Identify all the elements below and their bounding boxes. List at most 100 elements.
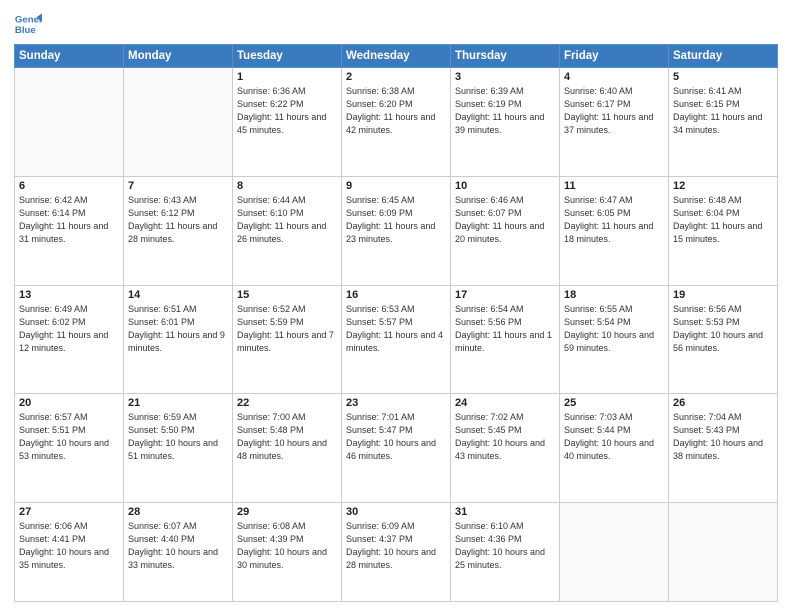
day-info: Sunrise: 6:46 AMSunset: 6:07 PMDaylight:… (455, 194, 555, 246)
day-info: Sunrise: 6:51 AMSunset: 6:01 PMDaylight:… (128, 303, 228, 355)
day-number: 18 (564, 289, 664, 301)
calendar-cell: 30 Sunrise: 6:09 AMSunset: 4:37 PMDayligh… (342, 503, 451, 602)
day-info: Sunrise: 6:36 AMSunset: 6:22 PMDaylight:… (237, 85, 337, 137)
calendar-cell: 19 Sunrise: 6:56 AMSunset: 5:53 PMDayligh… (669, 285, 778, 394)
day-info: Sunrise: 6:45 AMSunset: 6:09 PMDaylight:… (346, 194, 446, 246)
calendar-table: SundayMondayTuesdayWednesdayThursdayFrid… (14, 44, 778, 602)
day-number: 1 (237, 71, 337, 83)
day-number: 12 (673, 180, 773, 192)
day-info: Sunrise: 6:48 AMSunset: 6:04 PMDaylight:… (673, 194, 773, 246)
weekday-header-row: SundayMondayTuesdayWednesdayThursdayFrid… (15, 45, 778, 68)
weekday-header-friday: Friday (560, 45, 669, 68)
day-number: 25 (564, 397, 664, 409)
calendar-cell: 10Sunrise: 6:46 AMSunset: 6:07 PMDayligh… (451, 176, 560, 285)
day-info: Sunrise: 6:40 AMSunset: 6:17 PMDaylight:… (564, 85, 664, 137)
calendar-cell: 9 Sunrise: 6:45 AMSunset: 6:09 PMDaylight… (342, 176, 451, 285)
day-number: 17 (455, 289, 555, 301)
day-number: 29 (237, 506, 337, 518)
calendar-cell: 23 Sunrise: 7:01 AMSunset: 5:47 PMDayligh… (342, 394, 451, 503)
week-row-1: 6 Sunrise: 6:42 AMSunset: 6:14 PMDaylight… (15, 176, 778, 285)
day-info: Sunrise: 7:02 AMSunset: 5:45 PMDaylight:… (455, 411, 555, 463)
weekday-header-saturday: Saturday (669, 45, 778, 68)
day-number: 2 (346, 71, 446, 83)
calendar-cell: 18 Sunrise: 6:55 AMSunset: 5:54 PMDayligh… (560, 285, 669, 394)
week-row-0: 1 Sunrise: 6:36 AMSunset: 6:22 PMDaylight… (15, 68, 778, 177)
svg-text:Blue: Blue (15, 25, 36, 36)
day-info: Sunrise: 6:57 AMSunset: 5:51 PMDaylight:… (19, 411, 119, 463)
day-number: 16 (346, 289, 446, 301)
day-number: 21 (128, 397, 228, 409)
week-row-3: 20 Sunrise: 6:57 AMSunset: 5:51 PMDayligh… (15, 394, 778, 503)
calendar-cell: 31 Sunrise: 6:10 AMSunset: 4:36 PMDayligh… (451, 503, 560, 602)
day-number: 20 (19, 397, 119, 409)
day-number: 23 (346, 397, 446, 409)
weekday-header-sunday: Sunday (15, 45, 124, 68)
day-info: Sunrise: 6:42 AMSunset: 6:14 PMDaylight:… (19, 194, 119, 246)
calendar-cell: 11Sunrise: 6:47 AMSunset: 6:05 PMDayligh… (560, 176, 669, 285)
weekday-header-thursday: Thursday (451, 45, 560, 68)
calendar-cell: 21 Sunrise: 6:59 AMSunset: 5:50 PMDayligh… (124, 394, 233, 503)
day-info: Sunrise: 6:08 AMSunset: 4:39 PMDaylight:… (237, 520, 337, 572)
day-number: 5 (673, 71, 773, 83)
calendar-cell (124, 68, 233, 177)
day-info: Sunrise: 6:09 AMSunset: 4:37 PMDaylight:… (346, 520, 446, 572)
day-info: Sunrise: 6:55 AMSunset: 5:54 PMDaylight:… (564, 303, 664, 355)
day-info: Sunrise: 7:01 AMSunset: 5:47 PMDaylight:… (346, 411, 446, 463)
day-info: Sunrise: 7:00 AMSunset: 5:48 PMDaylight:… (237, 411, 337, 463)
day-number: 8 (237, 180, 337, 192)
day-info: Sunrise: 6:47 AMSunset: 6:05 PMDaylight:… (564, 194, 664, 246)
calendar-cell (560, 503, 669, 602)
calendar-cell: 25 Sunrise: 7:03 AMSunset: 5:44 PMDayligh… (560, 394, 669, 503)
day-number: 3 (455, 71, 555, 83)
calendar-page: General Blue SundayMondayTuesdayWednesda… (0, 0, 792, 612)
calendar-cell: 13 Sunrise: 6:49 AMSunset: 6:02 PMDayligh… (15, 285, 124, 394)
calendar-cell (669, 503, 778, 602)
day-info: Sunrise: 6:44 AMSunset: 6:10 PMDaylight:… (237, 194, 337, 246)
day-number: 30 (346, 506, 446, 518)
day-number: 9 (346, 180, 446, 192)
day-number: 27 (19, 506, 119, 518)
calendar-cell: 12 Sunrise: 6:48 AMSunset: 6:04 PMDayligh… (669, 176, 778, 285)
weekday-header-monday: Monday (124, 45, 233, 68)
logo: General Blue (14, 10, 42, 38)
day-number: 24 (455, 397, 555, 409)
calendar-cell: 22Sunrise: 7:00 AMSunset: 5:48 PMDayligh… (233, 394, 342, 503)
weekday-header-tuesday: Tuesday (233, 45, 342, 68)
calendar-cell: 24 Sunrise: 7:02 AMSunset: 5:45 PMDayligh… (451, 394, 560, 503)
calendar-cell: 5Sunrise: 6:41 AMSunset: 6:15 PMDaylight… (669, 68, 778, 177)
day-number: 28 (128, 506, 228, 518)
day-number: 15 (237, 289, 337, 301)
day-info: Sunrise: 6:56 AMSunset: 5:53 PMDaylight:… (673, 303, 773, 355)
day-info: Sunrise: 6:06 AMSunset: 4:41 PMDaylight:… (19, 520, 119, 572)
calendar-cell: 20 Sunrise: 6:57 AMSunset: 5:51 PMDayligh… (15, 394, 124, 503)
calendar-cell: 14 Sunrise: 6:51 AMSunset: 6:01 PMDayligh… (124, 285, 233, 394)
calendar-cell: 27 Sunrise: 6:06 AMSunset: 4:41 PMDayligh… (15, 503, 124, 602)
calendar-cell: 4Sunrise: 6:40 AMSunset: 6:17 PMDaylight… (560, 68, 669, 177)
day-info: Sunrise: 6:49 AMSunset: 6:02 PMDaylight:… (19, 303, 119, 355)
calendar-cell (15, 68, 124, 177)
logo-icon: General Blue (14, 10, 42, 38)
day-info: Sunrise: 7:03 AMSunset: 5:44 PMDaylight:… (564, 411, 664, 463)
day-info: Sunrise: 6:10 AMSunset: 4:36 PMDaylight:… (455, 520, 555, 572)
calendar-cell: 7Sunrise: 6:43 AMSunset: 6:12 PMDaylight… (124, 176, 233, 285)
calendar-cell: 29 Sunrise: 6:08 AMSunset: 4:39 PMDayligh… (233, 503, 342, 602)
calendar-cell: 2 Sunrise: 6:38 AMSunset: 6:20 PMDaylight… (342, 68, 451, 177)
calendar-cell: 1 Sunrise: 6:36 AMSunset: 6:22 PMDaylight… (233, 68, 342, 177)
day-info: Sunrise: 6:43 AMSunset: 6:12 PMDaylight:… (128, 194, 228, 246)
day-info: Sunrise: 6:59 AMSunset: 5:50 PMDaylight:… (128, 411, 228, 463)
svg-text:General: General (15, 14, 42, 25)
day-number: 13 (19, 289, 119, 301)
day-number: 19 (673, 289, 773, 301)
day-number: 6 (19, 180, 119, 192)
day-info: Sunrise: 6:07 AMSunset: 4:40 PMDaylight:… (128, 520, 228, 572)
day-number: 26 (673, 397, 773, 409)
calendar-cell: 16Sunrise: 6:53 AMSunset: 5:57 PMDayligh… (342, 285, 451, 394)
day-info: Sunrise: 6:39 AMSunset: 6:19 PMDaylight:… (455, 85, 555, 137)
day-number: 14 (128, 289, 228, 301)
day-info: Sunrise: 6:54 AMSunset: 5:56 PMDaylight:… (455, 303, 555, 355)
week-row-2: 13 Sunrise: 6:49 AMSunset: 6:02 PMDayligh… (15, 285, 778, 394)
calendar-cell: 28 Sunrise: 6:07 AMSunset: 4:40 PMDayligh… (124, 503, 233, 602)
calendar-cell: 26Sunrise: 7:04 AMSunset: 5:43 PMDayligh… (669, 394, 778, 503)
day-number: 31 (455, 506, 555, 518)
day-info: Sunrise: 6:38 AMSunset: 6:20 PMDaylight:… (346, 85, 446, 137)
